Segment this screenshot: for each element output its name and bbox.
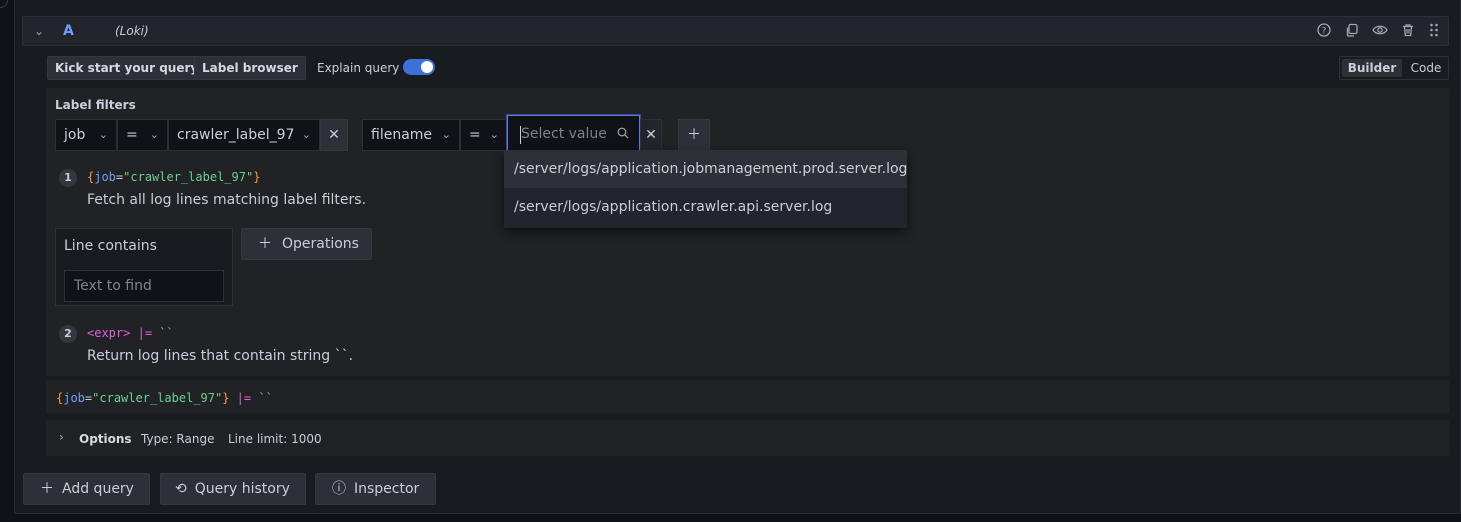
toggle-knob bbox=[421, 61, 433, 73]
window-corner bbox=[0, 0, 8, 8]
filter2-value-input[interactable]: Select value bbox=[507, 115, 640, 154]
text-to-find-input[interactable]: Text to find bbox=[64, 270, 224, 302]
chevron-down-icon: ⌄ bbox=[489, 128, 499, 141]
chevron-down-icon: ⌄ bbox=[98, 128, 108, 141]
line-contains-title: Line contains bbox=[64, 238, 157, 254]
trash-icon[interactable] bbox=[1400, 23, 1416, 39]
kick-start-button[interactable]: Kick start your query bbox=[47, 56, 207, 80]
label-filters-title: Label filters bbox=[55, 98, 136, 112]
step1-description: Fetch all log lines matching label filte… bbox=[87, 192, 367, 208]
raw-query-text: {job="crawler_label_97"} |= `` bbox=[56, 391, 273, 405]
filter2-operator-select[interactable]: = ⌄ bbox=[460, 119, 508, 151]
add-filter-button[interactable]: ＋ bbox=[678, 119, 710, 151]
options-line-limit: Line limit: 1000 bbox=[228, 432, 322, 446]
plus-icon: ＋ bbox=[687, 127, 701, 143]
chevron-down-icon: ⌄ bbox=[301, 128, 311, 141]
inspector-button[interactable]: ⓘ Inspector bbox=[315, 473, 436, 505]
operations-button[interactable]: ＋ Operations bbox=[241, 228, 372, 260]
step2-code: <expr> |= `` bbox=[87, 326, 174, 340]
mode-code-button[interactable]: Code bbox=[1406, 59, 1446, 77]
chevron-right-icon: › bbox=[59, 430, 64, 444]
explain-query-toggle[interactable] bbox=[403, 59, 435, 75]
options-type: Type: Range bbox=[141, 432, 215, 446]
line-contains-operation: Line contains Text to find bbox=[55, 228, 233, 306]
step2-description: Return log lines that contain string ``. bbox=[87, 348, 354, 364]
datasource-name: (Loki) bbox=[115, 24, 149, 38]
step1-code: {job="crawler_label_97"} bbox=[87, 170, 261, 184]
filter2-label-select[interactable]: filename ⌄ bbox=[362, 119, 460, 151]
copy-icon[interactable] bbox=[1344, 23, 1360, 39]
raw-query-preview: {job="crawler_label_97"} |= `` bbox=[46, 380, 1449, 414]
history-icon: ⟲ bbox=[175, 481, 187, 497]
chevron-down-icon: ⌄ bbox=[441, 128, 451, 141]
value-placeholder: Select value bbox=[521, 126, 607, 142]
step-number: 2 bbox=[59, 325, 77, 343]
options-row[interactable]: › Options Type: Range Line limit: 1000 bbox=[46, 420, 1449, 456]
dropdown-option[interactable]: /server/logs/application.crawler.api.ser… bbox=[504, 188, 907, 226]
query-letter[interactable]: A bbox=[63, 23, 74, 39]
filter1-remove-button[interactable]: ✕ bbox=[320, 119, 348, 151]
svg-text:?: ? bbox=[1322, 27, 1327, 37]
plus-icon: ＋ bbox=[258, 236, 272, 252]
close-icon: ✕ bbox=[645, 127, 657, 143]
query-history-button[interactable]: ⟲ Query history bbox=[160, 473, 306, 505]
filter2-remove-button[interactable]: ✕ bbox=[640, 119, 662, 151]
filter1-value-select[interactable]: crawler_label_97 ⌄ bbox=[168, 119, 320, 151]
drag-handle-icon[interactable] bbox=[1426, 23, 1442, 39]
close-icon: ✕ bbox=[328, 127, 340, 143]
dropdown-option[interactable]: /server/logs/application.jobmanagement.p… bbox=[504, 150, 907, 188]
filter1-operator-select[interactable]: = ⌄ bbox=[117, 119, 168, 151]
eye-icon[interactable] bbox=[1372, 23, 1388, 39]
query-header-row: ⌄ A (Loki) ? bbox=[22, 16, 1449, 46]
plus-icon: ＋ bbox=[40, 481, 54, 497]
step-number: 1 bbox=[59, 169, 77, 187]
explain-query-label: Explain query bbox=[317, 61, 400, 75]
options-label: Options bbox=[79, 432, 132, 446]
help-icon[interactable]: ? bbox=[1316, 23, 1332, 39]
search-icon bbox=[617, 127, 629, 142]
filter1-label-select[interactable]: job ⌄ bbox=[55, 119, 117, 151]
editor-mode-switch: Builder Code bbox=[1339, 56, 1449, 80]
mode-builder-button[interactable]: Builder bbox=[1342, 59, 1402, 77]
chevron-down-icon[interactable]: ⌄ bbox=[34, 24, 44, 38]
info-icon: ⓘ bbox=[332, 481, 346, 497]
label-browser-button[interactable]: Label browser bbox=[194, 56, 306, 80]
chevron-down-icon: ⌄ bbox=[149, 128, 159, 141]
add-query-button[interactable]: ＋ Add query bbox=[23, 473, 150, 505]
value-dropdown-menu: /server/logs/application.jobmanagement.p… bbox=[504, 150, 907, 228]
